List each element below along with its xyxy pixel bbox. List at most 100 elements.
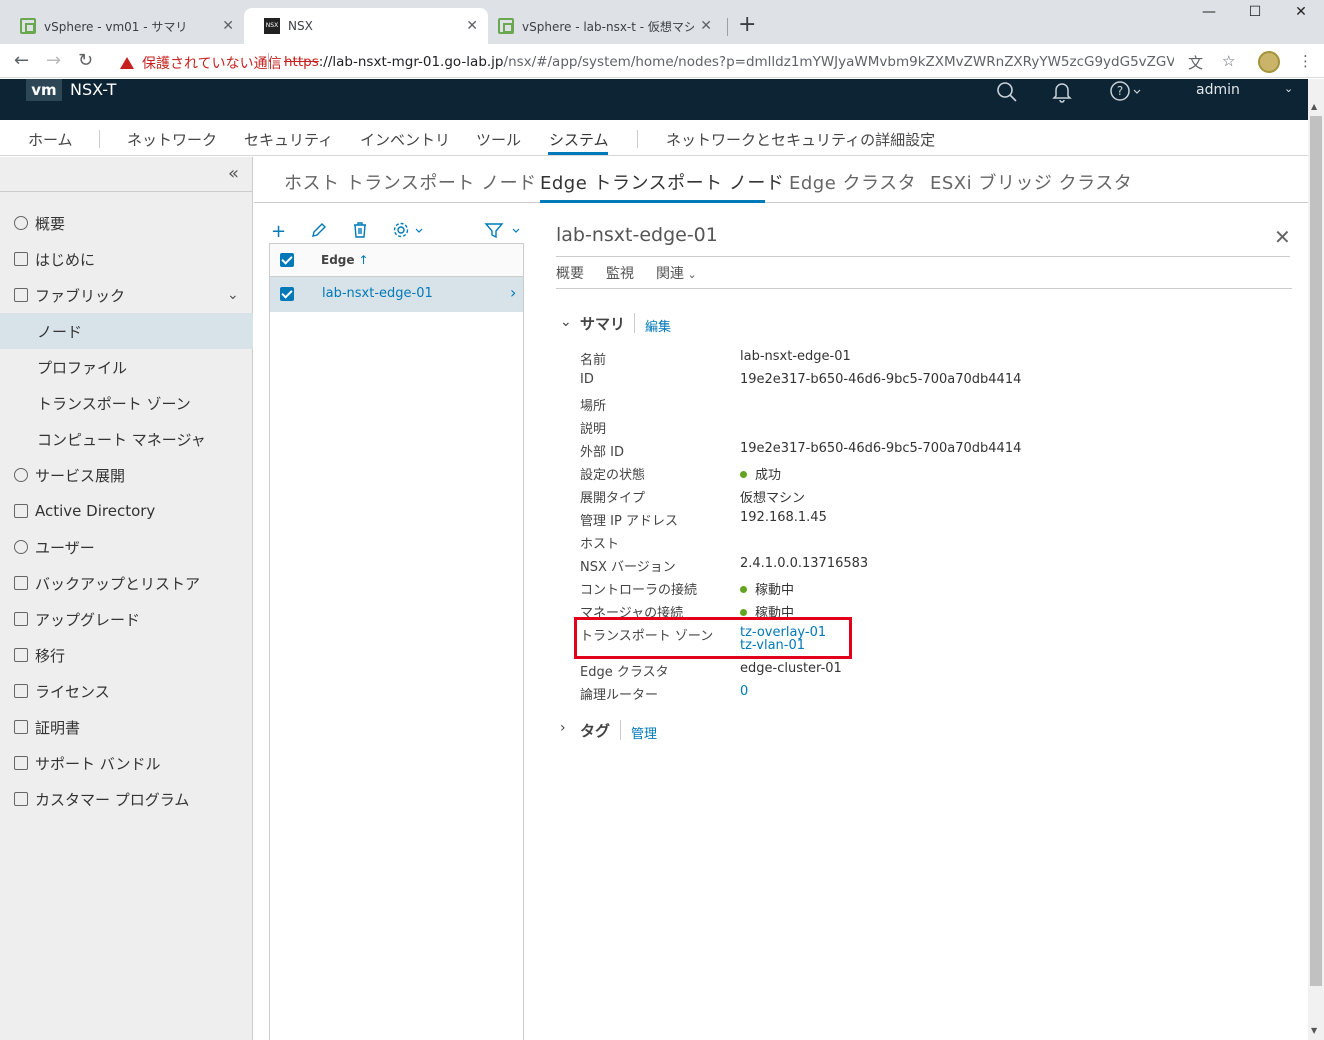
filter-icon[interactable] bbox=[484, 221, 524, 244]
back-arrow-icon[interactable]: ← bbox=[14, 50, 29, 71]
document-icon bbox=[14, 792, 28, 806]
sidebar-item-getting-started[interactable]: はじめに bbox=[0, 241, 253, 277]
tab-edge-clusters[interactable]: Edge クラスタ bbox=[789, 169, 916, 195]
sidebar-item-nodes[interactable]: ノード bbox=[0, 313, 253, 349]
sidebar-item-service-deployments[interactable]: サービス展開 bbox=[0, 457, 253, 493]
bell-icon[interactable] bbox=[1052, 81, 1072, 108]
nav-home[interactable]: ホーム bbox=[28, 129, 73, 150]
sidebar-item-overview[interactable]: 概要 bbox=[0, 205, 253, 241]
search-icon[interactable] bbox=[996, 81, 1018, 108]
nav-inventory[interactable]: インベントリ bbox=[360, 129, 450, 150]
node-type-tabs: ホスト トランスポート ノード Edge トランスポート ノード Edge クラ… bbox=[254, 157, 1308, 203]
reload-icon[interactable]: ↻ bbox=[78, 50, 93, 71]
edit-pencil-icon[interactable] bbox=[310, 221, 328, 244]
edge-node-link[interactable]: lab-nsxt-edge-01 bbox=[322, 286, 433, 301]
new-tab-button[interactable]: + bbox=[738, 12, 756, 37]
browser-tab-strip: vSphere - vm01 - サマリ ✕ NSX NSX ✕ vSphere… bbox=[0, 0, 1324, 44]
select-all-checkbox[interactable] bbox=[280, 253, 294, 267]
scroll-up-icon[interactable]: ▲ bbox=[1311, 102, 1317, 111]
sidebar-item-certificates[interactable]: 証明書 bbox=[0, 709, 253, 745]
detail-tab-monitor[interactable]: 監視 bbox=[606, 263, 634, 283]
chevron-down-icon: ⌄ bbox=[684, 268, 697, 281]
bookmark-star-icon[interactable]: ☆ bbox=[1222, 52, 1235, 70]
tab-edge-transport-nodes[interactable]: Edge トランスポート ノード bbox=[540, 169, 784, 195]
column-header-edge[interactable]: Edge ↑ bbox=[321, 253, 369, 267]
close-tab-icon[interactable]: ✕ bbox=[700, 18, 712, 34]
chevron-right-icon[interactable]: › bbox=[560, 720, 566, 736]
detail-tab-overview[interactable]: 概要 bbox=[556, 263, 584, 283]
collapse-sidebar-icon[interactable]: « bbox=[228, 163, 239, 184]
maximize-button[interactable]: ☐ bbox=[1232, 4, 1278, 20]
translate-icon[interactable]: 文 bbox=[1188, 52, 1203, 73]
add-icon[interactable]: + bbox=[271, 221, 286, 242]
logical-routers-count-link[interactable]: 0 bbox=[740, 684, 748, 699]
tab-esxi-bridge-clusters[interactable]: ESXi ブリッジ クラスタ bbox=[930, 169, 1132, 195]
profile-avatar[interactable] bbox=[1258, 51, 1280, 73]
sidebar-item-support-bundle[interactable]: サポート バンドル bbox=[0, 745, 253, 781]
manage-tags-link[interactable]: 管理 bbox=[631, 723, 657, 742]
close-tab-icon[interactable]: ✕ bbox=[466, 18, 478, 34]
chevron-down-icon[interactable]: ⌄ bbox=[1284, 82, 1293, 95]
field-value-config-state: 成功 bbox=[740, 464, 781, 483]
row-checkbox[interactable] bbox=[280, 287, 294, 301]
minimize-button[interactable]: — bbox=[1186, 4, 1232, 20]
sidebar-item-label: ライセンス bbox=[35, 682, 110, 701]
forward-arrow-icon[interactable]: → bbox=[46, 50, 61, 71]
scrollbar-thumb[interactable] bbox=[1310, 116, 1322, 986]
sidebar-item-label: プロファイル bbox=[37, 358, 128, 377]
detail-tab-related[interactable]: 関連 ⌄ bbox=[656, 263, 697, 283]
nav-separator bbox=[637, 130, 638, 148]
url-field[interactable]: https://lab-nsxt-mgr-01.go-lab.jp/nsx/#/… bbox=[284, 54, 1174, 70]
list-item[interactable]: lab-nsxt-edge-01 › bbox=[270, 277, 523, 312]
vmware-logo: vm bbox=[26, 79, 62, 101]
sidebar-item-label: ファブリック bbox=[35, 286, 126, 305]
nav-security[interactable]: セキュリティ bbox=[244, 129, 333, 150]
close-icon[interactable]: ✕ bbox=[1274, 225, 1291, 249]
sidebar-item-users[interactable]: ユーザー bbox=[0, 529, 253, 565]
menu-dots-icon[interactable]: ⋮ bbox=[1298, 52, 1313, 70]
url-protocol: https bbox=[284, 54, 319, 70]
chevron-down-icon[interactable]: ⌄ bbox=[560, 314, 572, 330]
summary-section-title[interactable]: サマリ bbox=[580, 313, 625, 334]
help-icon[interactable]: ? bbox=[1110, 81, 1142, 108]
sidebar-item-fabric[interactable]: ファブリック ⌄ bbox=[0, 277, 253, 313]
edit-link[interactable]: 編集 bbox=[645, 316, 671, 335]
sidebar-item-label: バックアップとリストア bbox=[35, 574, 201, 593]
address-bar: ← → ↻ 保護されていない通信 https://lab-nsxt-mgr-01… bbox=[0, 44, 1324, 78]
sidebar-item-profiles[interactable]: プロファイル bbox=[0, 349, 253, 385]
nav-networking[interactable]: ネットワーク bbox=[127, 129, 217, 150]
browser-tab-vsphere-lab-nsx-t[interactable]: vSphere - lab-nsx-t - 仮想マシン ✕ bbox=[478, 8, 722, 44]
sidebar-item-customer-program[interactable]: カスタマー プログラム bbox=[0, 781, 253, 817]
sidebar-item-licenses[interactable]: ライセンス bbox=[0, 673, 253, 709]
browser-tab-vsphere-vm01[interactable]: vSphere - vm01 - サマリ ✕ bbox=[0, 8, 244, 44]
sidebar-item-backup-restore[interactable]: バックアップとリストア bbox=[0, 565, 253, 601]
nav-advanced-networking[interactable]: ネットワークとセキュリティの詳細設定 bbox=[666, 129, 935, 150]
delete-trash-icon[interactable] bbox=[351, 221, 369, 244]
tags-section-title[interactable]: タグ bbox=[580, 720, 610, 741]
sidebar: « 概要 はじめに ファブリック ⌄ ノード プロファイル トランスポート ゾー… bbox=[0, 157, 253, 1040]
user-menu[interactable]: admin bbox=[1196, 82, 1240, 98]
sidebar-item-migrate[interactable]: 移行 bbox=[0, 637, 253, 673]
section-separator bbox=[634, 313, 635, 333]
tab-host-transport-nodes[interactable]: ホスト トランスポート ノード bbox=[284, 169, 537, 195]
scroll-down-icon[interactable]: ▼ bbox=[1311, 1026, 1317, 1035]
sidebar-item-active-directory[interactable]: Active Directory bbox=[0, 493, 253, 529]
sidebar-item-transport-zones[interactable]: トランスポート ゾーン bbox=[0, 385, 253, 421]
sidebar-item-compute-managers[interactable]: コンピュート マネージャ bbox=[0, 421, 253, 457]
svg-text:?: ? bbox=[1117, 84, 1123, 98]
folder-icon bbox=[14, 504, 28, 518]
not-secure-indicator[interactable]: 保護されていない通信 bbox=[120, 53, 282, 73]
field-label-management-ip: 管理 IP アドレス bbox=[580, 514, 678, 529]
divider bbox=[556, 288, 1292, 289]
close-window-button[interactable]: ✕ bbox=[1278, 4, 1324, 20]
nav-system[interactable]: システム bbox=[549, 129, 609, 150]
browser-tab-nsx[interactable]: NSX NSX ✕ bbox=[244, 8, 488, 44]
status-success-icon bbox=[740, 471, 747, 478]
gear-icon[interactable] bbox=[392, 221, 428, 244]
close-tab-icon[interactable]: ✕ bbox=[222, 18, 234, 34]
nav-tools[interactable]: ツール bbox=[476, 129, 521, 150]
sidebar-item-label: サポート バンドル bbox=[35, 754, 161, 773]
sidebar-item-upgrade[interactable]: アップグレード bbox=[0, 601, 253, 637]
chevron-down-icon: ⌄ bbox=[227, 287, 239, 303]
field-label-id: ID bbox=[580, 372, 594, 387]
